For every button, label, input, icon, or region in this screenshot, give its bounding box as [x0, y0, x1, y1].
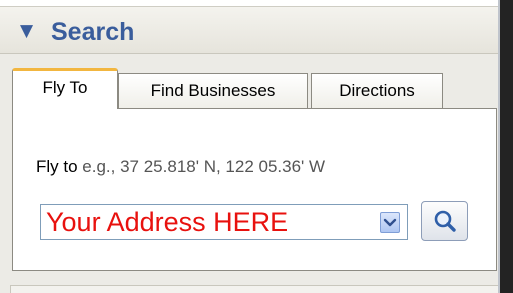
search-button[interactable]	[421, 201, 468, 241]
tab-directions[interactable]: Directions	[311, 73, 443, 108]
tab-find-businesses[interactable]: Find Businesses	[118, 73, 308, 108]
search-section-title[interactable]: Search	[51, 18, 134, 46]
google-earth-search-panel: ▼ Search Fly To Find Businesses Directio…	[0, 0, 513, 293]
search-section-header[interactable]: ▼ Search	[0, 6, 498, 54]
fly-to-hint: Fly to e.g., 37 25.818' N, 122 05.36' W	[36, 157, 325, 177]
chevron-down-icon[interactable]	[380, 212, 400, 233]
collapse-triangle-icon[interactable]: ▼	[20, 23, 33, 40]
next-section-edge	[10, 285, 498, 293]
fly-to-address-combobox[interactable]: Your Address HERE	[40, 204, 408, 240]
fly-to-tab-content: Fly to e.g., 37 25.818' N, 122 05.36' W …	[12, 108, 497, 271]
tab-fly-to[interactable]: Fly To	[12, 68, 118, 109]
map-view-edge	[500, 0, 513, 293]
fly-to-address-input[interactable]: Your Address HERE	[41, 205, 377, 239]
fly-to-example-text: e.g., 37 25.818' N, 122 05.36' W	[82, 157, 326, 176]
clipped-page-heading	[0, 0, 498, 5]
fly-to-label: Fly to	[36, 157, 78, 176]
magnifier-icon	[434, 210, 456, 232]
